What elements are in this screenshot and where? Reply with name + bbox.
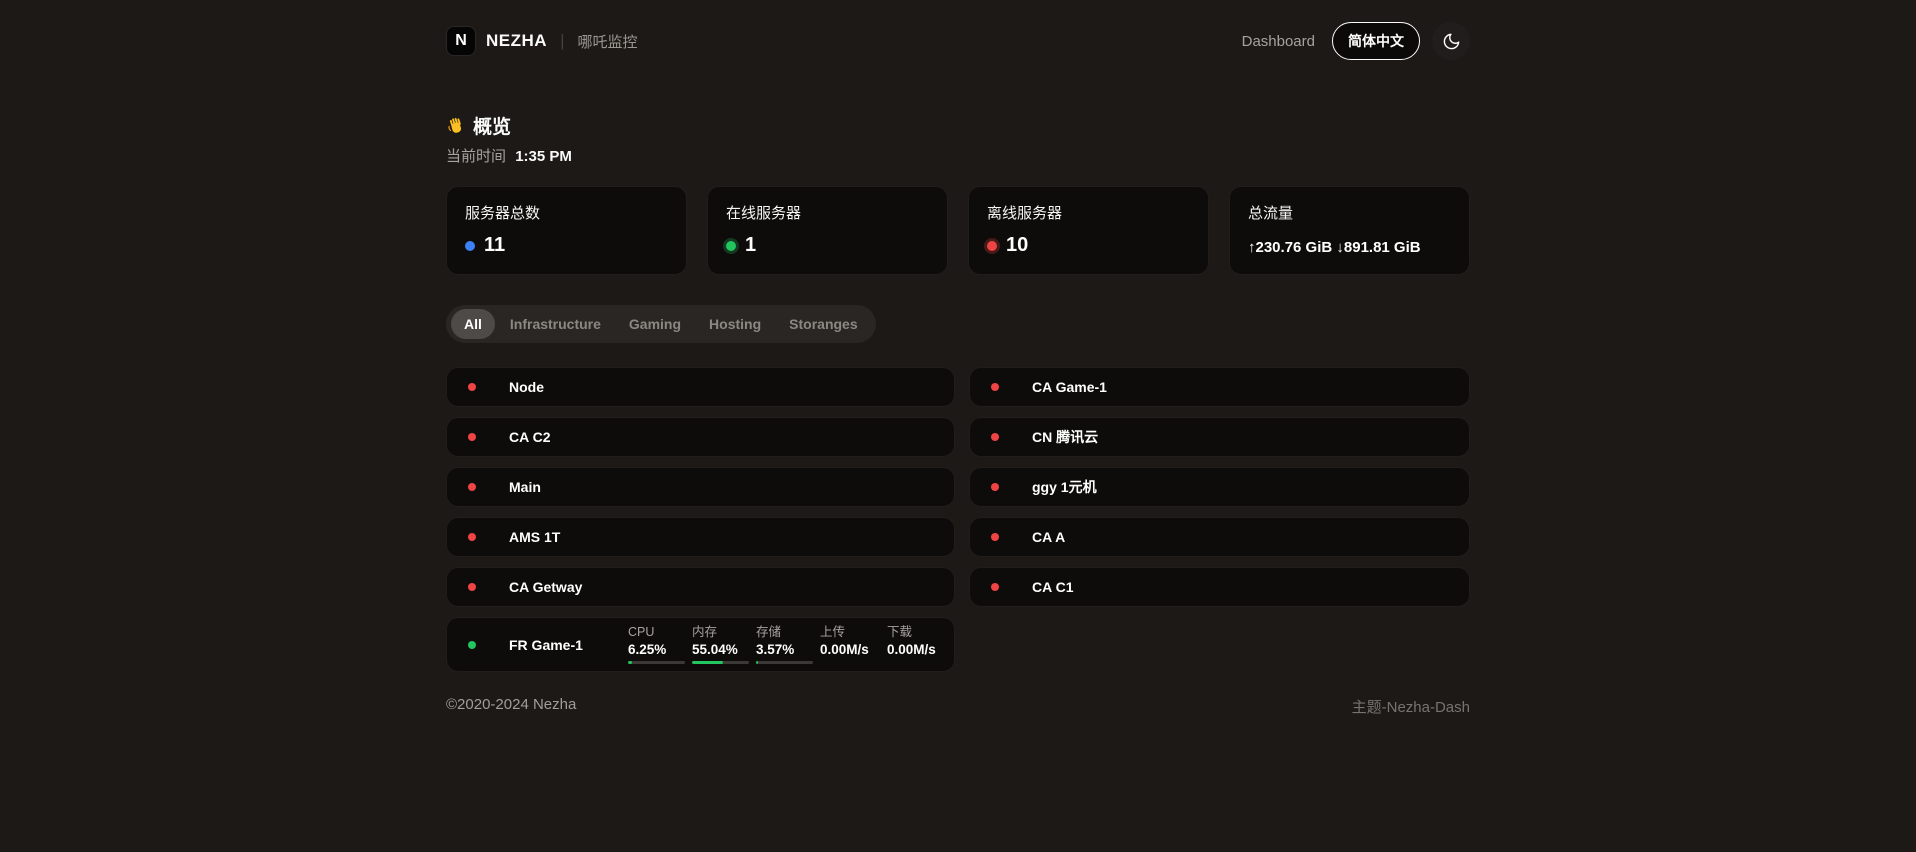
stat-card-value: 10 bbox=[1006, 234, 1028, 257]
current-time: 当前时间 1:35 PM bbox=[446, 145, 1470, 166]
server-name: CA Getway bbox=[509, 579, 582, 595]
status-dot-icon bbox=[468, 641, 476, 649]
status-dot-icon bbox=[468, 583, 476, 591]
status-dot-icon bbox=[468, 383, 476, 391]
status-dot-icon bbox=[991, 533, 999, 541]
brand-home-link[interactable]: N NEZHA | 哪吒监控 bbox=[446, 26, 638, 56]
stat-card-total-traffic: 总流量 ↑230.76 GiB ↓891.81 GiB bbox=[1229, 186, 1470, 275]
server-name: CN 腾讯云 bbox=[1032, 427, 1098, 447]
nezha-logo-icon: N bbox=[446, 26, 476, 56]
stat-label: 存储 bbox=[756, 625, 813, 640]
stat-card-online-servers: 在线服务器 1 bbox=[707, 186, 948, 275]
server-name: CA Game-1 bbox=[1032, 379, 1107, 395]
server-row-ca-c1[interactable]: CA C1 bbox=[969, 567, 1470, 607]
copyright-text: ©2020-2024 Nezha bbox=[446, 696, 576, 717]
tab-all[interactable]: All bbox=[451, 309, 495, 339]
server-name: AMS 1T bbox=[509, 529, 560, 545]
stat-card-label: 在线服务器 bbox=[726, 202, 929, 223]
overview-section: 概览 当前时间 1:35 PM 服务器总数 11 在线服务器 1 bbox=[446, 112, 1470, 717]
status-dot-icon bbox=[468, 533, 476, 541]
stat-card-label: 总流量 bbox=[1248, 202, 1451, 223]
server-name: CA A bbox=[1032, 529, 1065, 545]
server-row-ams-1t[interactable]: AMS 1T bbox=[446, 517, 955, 557]
tab-hosting[interactable]: Hosting bbox=[696, 309, 774, 339]
server-row-ggy[interactable]: ggy 1元机 bbox=[969, 467, 1470, 507]
tab-infrastructure[interactable]: Infrastructure bbox=[497, 309, 614, 339]
online-dot-icon bbox=[726, 241, 736, 251]
server-row-ca-c2[interactable]: CA C2 bbox=[446, 417, 955, 457]
theme-toggle-button[interactable] bbox=[1432, 22, 1470, 60]
status-dot-icon bbox=[991, 383, 999, 391]
stat-value: 55.04% bbox=[692, 642, 749, 658]
stat-card-offline-servers: 离线服务器 10 bbox=[968, 186, 1209, 275]
total-dot-icon bbox=[465, 241, 475, 251]
status-dot-icon bbox=[991, 583, 999, 591]
brand-subtitle: 哪吒监控 bbox=[577, 31, 637, 52]
page-title-text: 概览 bbox=[473, 112, 511, 139]
stat-card-total-servers: 服务器总数 11 bbox=[446, 186, 687, 275]
offline-dot-icon bbox=[987, 241, 997, 251]
brand-divider: | bbox=[560, 31, 564, 51]
header: N NEZHA | 哪吒监控 Dashboard 简体中文 bbox=[446, 0, 1470, 60]
stat-value: 3.57% bbox=[756, 642, 813, 658]
status-dot-icon bbox=[991, 483, 999, 491]
brand-name: NEZHA bbox=[486, 31, 547, 51]
language-button[interactable]: 简体中文 bbox=[1332, 22, 1420, 60]
server-list: Node CA Game-1 CA C2 CN 腾讯云 Main ggy 1元机 bbox=[446, 367, 1470, 672]
stat-card-value: 11 bbox=[484, 234, 505, 257]
header-actions: Dashboard 简体中文 bbox=[1242, 22, 1470, 60]
server-name: ggy 1元机 bbox=[1032, 477, 1097, 497]
server-row-cn-tencent[interactable]: CN 腾讯云 bbox=[969, 417, 1470, 457]
tab-gaming[interactable]: Gaming bbox=[616, 309, 694, 339]
server-name: CA C1 bbox=[1032, 579, 1074, 595]
server-stats: CPU 6.25% 内存 55.04% 存储 bbox=[628, 625, 954, 664]
status-dot-icon bbox=[468, 483, 476, 491]
server-row-main[interactable]: Main bbox=[446, 467, 955, 507]
stat-value: 6.25% bbox=[628, 642, 685, 658]
tab-storanges[interactable]: Storanges bbox=[776, 309, 870, 339]
stat-card-label: 服务器总数 bbox=[465, 202, 668, 223]
disk-progress-bar bbox=[756, 661, 813, 664]
server-name: FR Game-1 bbox=[509, 637, 628, 653]
current-time-label: 当前时间 bbox=[446, 148, 506, 165]
stat-cards: 服务器总数 11 在线服务器 1 离线服务器 10 bbox=[446, 186, 1470, 275]
server-row-node[interactable]: Node bbox=[446, 367, 955, 407]
stat-card-value: 1 bbox=[745, 234, 756, 257]
page-title: 概览 bbox=[446, 112, 1470, 139]
stat-value: 0.00M/s bbox=[887, 642, 947, 658]
server-row-fr-game-1[interactable]: FR Game-1 CPU 6.25% 内存 55.04% bbox=[446, 617, 955, 672]
dashboard-link[interactable]: Dashboard bbox=[1242, 33, 1315, 50]
stat-disk: 存储 3.57% bbox=[756, 625, 813, 664]
status-dot-icon bbox=[991, 433, 999, 441]
server-group-tabs: All Infrastructure Gaming Hosting Storan… bbox=[446, 305, 876, 343]
server-name: Main bbox=[509, 479, 541, 495]
stat-cpu: CPU 6.25% bbox=[628, 625, 685, 664]
stat-upload: 上传 0.00M/s bbox=[820, 625, 880, 658]
status-dot-icon bbox=[468, 433, 476, 441]
footer: ©2020-2024 Nezha 主题-Nezha-Dash bbox=[446, 696, 1470, 717]
stat-label: 下载 bbox=[887, 625, 947, 640]
server-row-ca-getway[interactable]: CA Getway bbox=[446, 567, 955, 607]
moon-icon bbox=[1442, 32, 1461, 51]
stat-memory: 内存 55.04% bbox=[692, 625, 749, 664]
logo-letter: N bbox=[455, 32, 467, 50]
wave-emoji-icon bbox=[446, 116, 466, 136]
stat-label: 上传 bbox=[820, 625, 880, 640]
stat-card-label: 离线服务器 bbox=[987, 202, 1190, 223]
current-time-value: 1:35 PM bbox=[515, 148, 572, 165]
server-name: CA C2 bbox=[509, 429, 551, 445]
stat-download: 下载 0.00M/s bbox=[887, 625, 947, 658]
stat-label: 内存 bbox=[692, 625, 749, 640]
memory-progress-bar bbox=[692, 661, 749, 664]
server-name: Node bbox=[509, 379, 544, 395]
cpu-progress-bar bbox=[628, 661, 685, 664]
stat-label: CPU bbox=[628, 625, 685, 640]
traffic-value: ↑230.76 GiB ↓891.81 GiB bbox=[1248, 239, 1451, 256]
server-row-ca-a[interactable]: CA A bbox=[969, 517, 1470, 557]
server-row-ca-game-1[interactable]: CA Game-1 bbox=[969, 367, 1470, 407]
stat-value: 0.00M/s bbox=[820, 642, 880, 658]
theme-credit-text: 主题-Nezha-Dash bbox=[1352, 696, 1470, 717]
